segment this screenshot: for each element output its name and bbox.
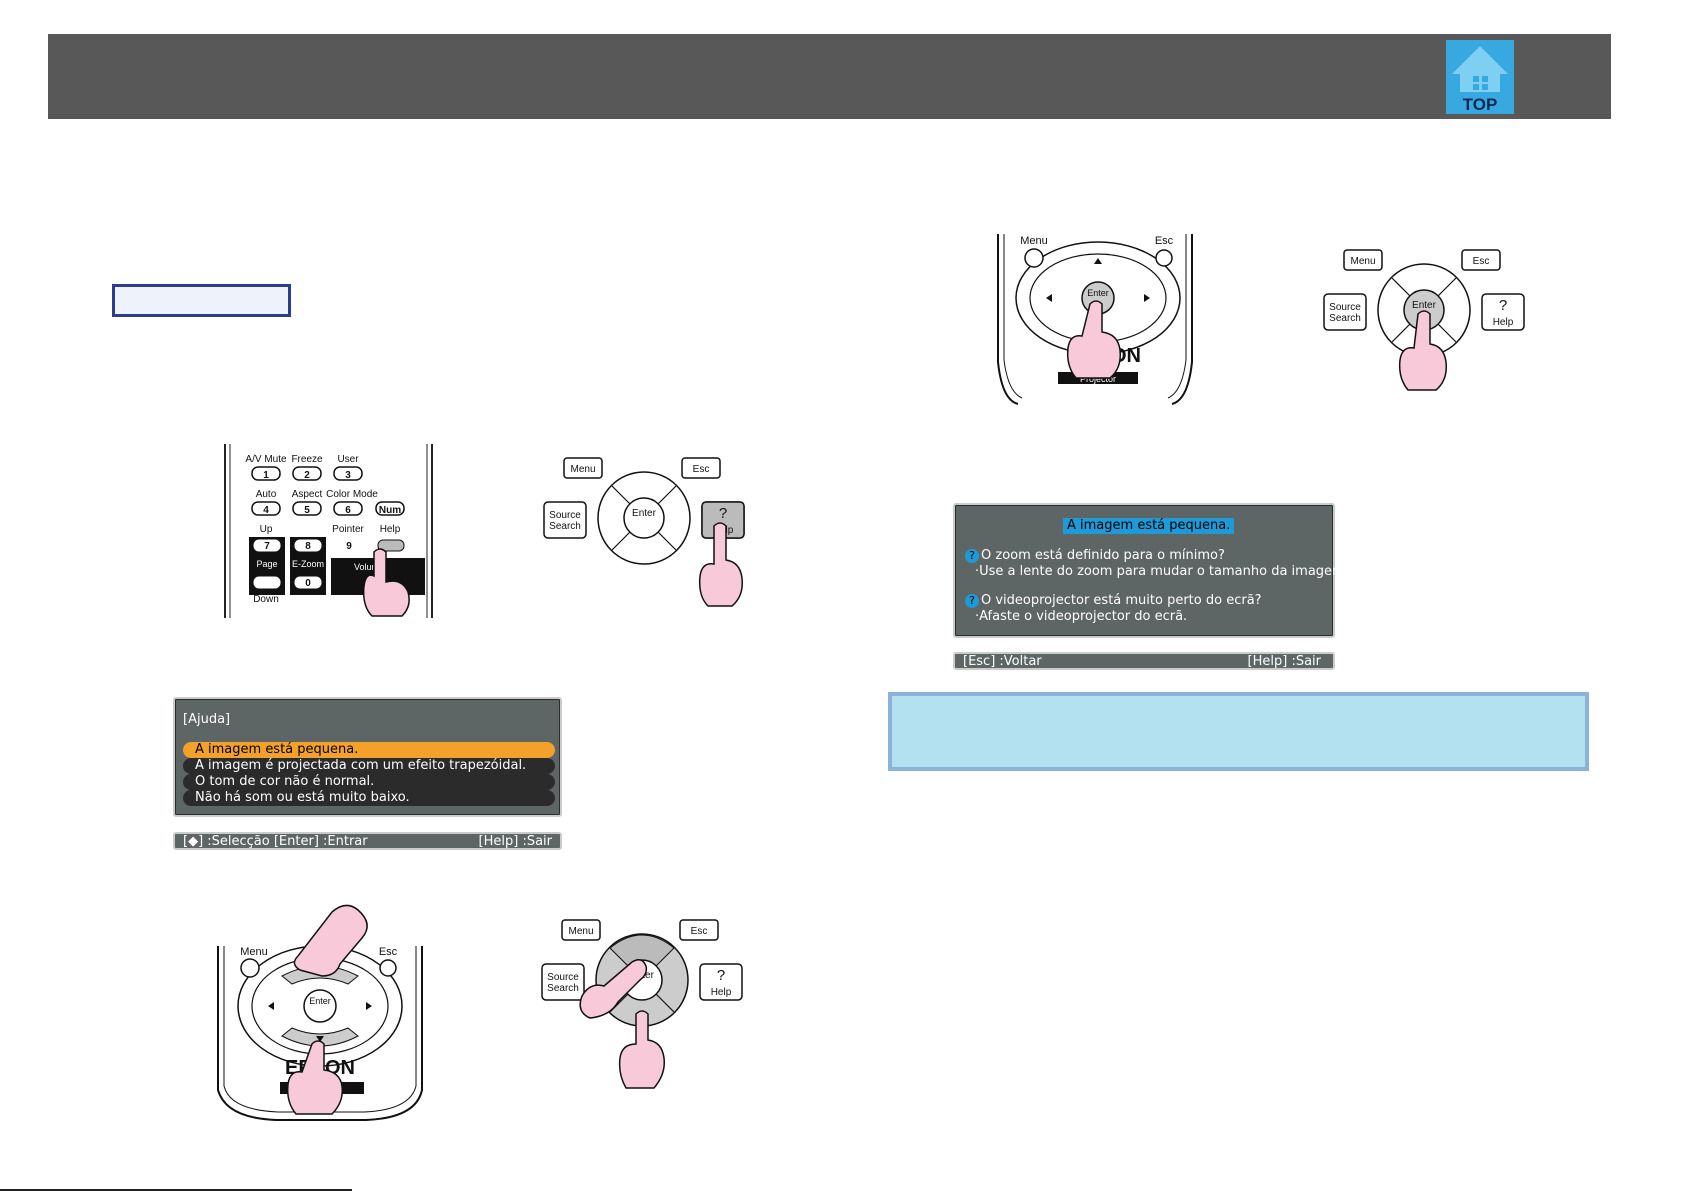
help-menu-item[interactable]: A imagem é projectada com um efeito trap… xyxy=(183,758,555,774)
up-label: Up xyxy=(260,524,273,535)
help-menu-item[interactable]: Não há som ou está muito baixo. xyxy=(183,790,555,806)
menu-label: Menu xyxy=(240,946,268,958)
help-menu-footer-right: [Help] :Sair xyxy=(478,834,552,849)
help-detail-question-1: O zoom está definido para o mínimo? xyxy=(981,548,1225,563)
key-5[interactable]: 5 xyxy=(304,505,310,516)
question-icon: ? xyxy=(965,594,979,608)
esc-button[interactable]: Esc xyxy=(693,464,710,475)
help-detail-title: A imagem está pequena. xyxy=(1063,518,1235,534)
help-detail-answer-2: ·Afaste o videoprojector do ecrã. xyxy=(975,609,1188,624)
search-label: Search xyxy=(1329,313,1361,324)
down-label: Down xyxy=(253,594,279,605)
key-num[interactable]: Num xyxy=(379,505,401,516)
menu-label: Menu xyxy=(1020,235,1048,247)
question-icon: ? xyxy=(965,549,979,563)
help-menu-screen: [Ajuda] A imagem está pequena. A imagem … xyxy=(173,697,562,817)
source-label: Source xyxy=(1329,302,1361,313)
esc-label: Esc xyxy=(379,946,398,958)
menu-button[interactable]: Menu xyxy=(1350,256,1375,267)
enter-button[interactable]: Enter xyxy=(1412,300,1437,311)
key-2[interactable]: 2 xyxy=(304,470,310,481)
control-panel-illustration-enter: Menu Esc Source Search Enter ? Help xyxy=(1323,249,1525,391)
esc-button[interactable]: Esc xyxy=(1473,256,1490,267)
help-menu-footer: [◆] :Selecção [Enter] :Entrar [Help] :Sa… xyxy=(173,832,562,850)
help-menu-footer-left: [◆] :Selecção [Enter] :Entrar xyxy=(183,834,368,849)
page-label: Page xyxy=(256,559,277,569)
control-panel-illustration-updown: Menu Esc Source Search Enter ? Help xyxy=(541,919,743,1089)
help-menu-title: [Ajuda] xyxy=(183,712,231,727)
enter-button[interactable]: Enter xyxy=(1087,288,1109,298)
user-label: User xyxy=(337,454,359,465)
enter-button[interactable]: Enter xyxy=(632,508,657,519)
help-button[interactable]: Help xyxy=(711,987,732,998)
search-label: Search xyxy=(547,983,579,994)
help-detail-footer-right: [Help] :Sair xyxy=(1247,654,1321,669)
home-icon: TOP xyxy=(1446,40,1514,114)
help-detail-footer: [Esc] :Voltar [Help] :Sair xyxy=(953,652,1335,670)
key-6[interactable]: 6 xyxy=(345,505,351,516)
help-key-label: Help xyxy=(380,524,401,535)
key-3[interactable]: 3 xyxy=(345,470,351,481)
help-menu-item[interactable]: O tom de cor não é normal. xyxy=(183,774,555,790)
key-7[interactable]: 7 xyxy=(264,541,270,552)
remote-enter-illustration: Menu Esc Enter EPSON Projector xyxy=(997,234,1193,405)
top-label: TOP xyxy=(1463,95,1498,114)
menu-button[interactable]: Menu xyxy=(570,464,595,475)
avmute-label: A/V Mute xyxy=(245,454,287,465)
colormode-label: Color Mode xyxy=(326,489,378,500)
question-icon: ? xyxy=(719,505,727,522)
search-label: Search xyxy=(549,521,581,532)
source-label: Source xyxy=(549,510,581,521)
note-box xyxy=(888,692,1589,771)
key-9[interactable]: 9 xyxy=(346,541,352,552)
key-0[interactable]: 0 xyxy=(305,578,311,589)
control-panel-illustration-help: Menu Esc Source Search Enter ? Help xyxy=(543,457,745,607)
help-detail-screen: A imagem está pequena. ? O zoom está def… xyxy=(953,503,1349,638)
esc-button[interactable]: Esc xyxy=(691,926,708,937)
key-1[interactable]: 1 xyxy=(263,470,269,481)
freeze-label: Freeze xyxy=(291,454,323,465)
help-detail-footer-left: [Esc] :Voltar xyxy=(963,654,1042,669)
key-8[interactable]: 8 xyxy=(305,541,311,552)
menu-button[interactable]: Menu xyxy=(568,926,593,937)
auto-label: Auto xyxy=(256,489,277,500)
aspect-label: Aspect xyxy=(292,489,323,500)
section-tab xyxy=(112,284,291,317)
question-icon: ? xyxy=(717,967,725,984)
top-link[interactable]: TOP xyxy=(1446,40,1514,114)
key-4[interactable]: 4 xyxy=(263,505,269,516)
question-icon: ? xyxy=(1499,297,1507,314)
page-header-bar xyxy=(48,34,1611,119)
pointer-label: Pointer xyxy=(332,524,364,535)
source-label: Source xyxy=(547,972,579,983)
help-menu-item-selected[interactable]: A imagem está pequena. xyxy=(183,742,555,758)
enter-button[interactable]: Enter xyxy=(309,996,331,1006)
ezoom-label: E-Zoom xyxy=(292,559,324,569)
remote-nav-updown-illustration: Menu Esc Enter EPSON xyxy=(217,904,423,1121)
help-button[interactable]: Help xyxy=(1493,317,1514,328)
help-detail-answer-1: ·Use a lente do zoom para mudar o tamanh… xyxy=(975,564,1349,579)
help-detail-question-2: O videoprojector está muito perto do ecr… xyxy=(981,593,1262,608)
esc-label: Esc xyxy=(1155,235,1174,247)
remote-keypad-illustration: A/V Mute Freeze User Auto Aspect Color M… xyxy=(224,444,433,618)
